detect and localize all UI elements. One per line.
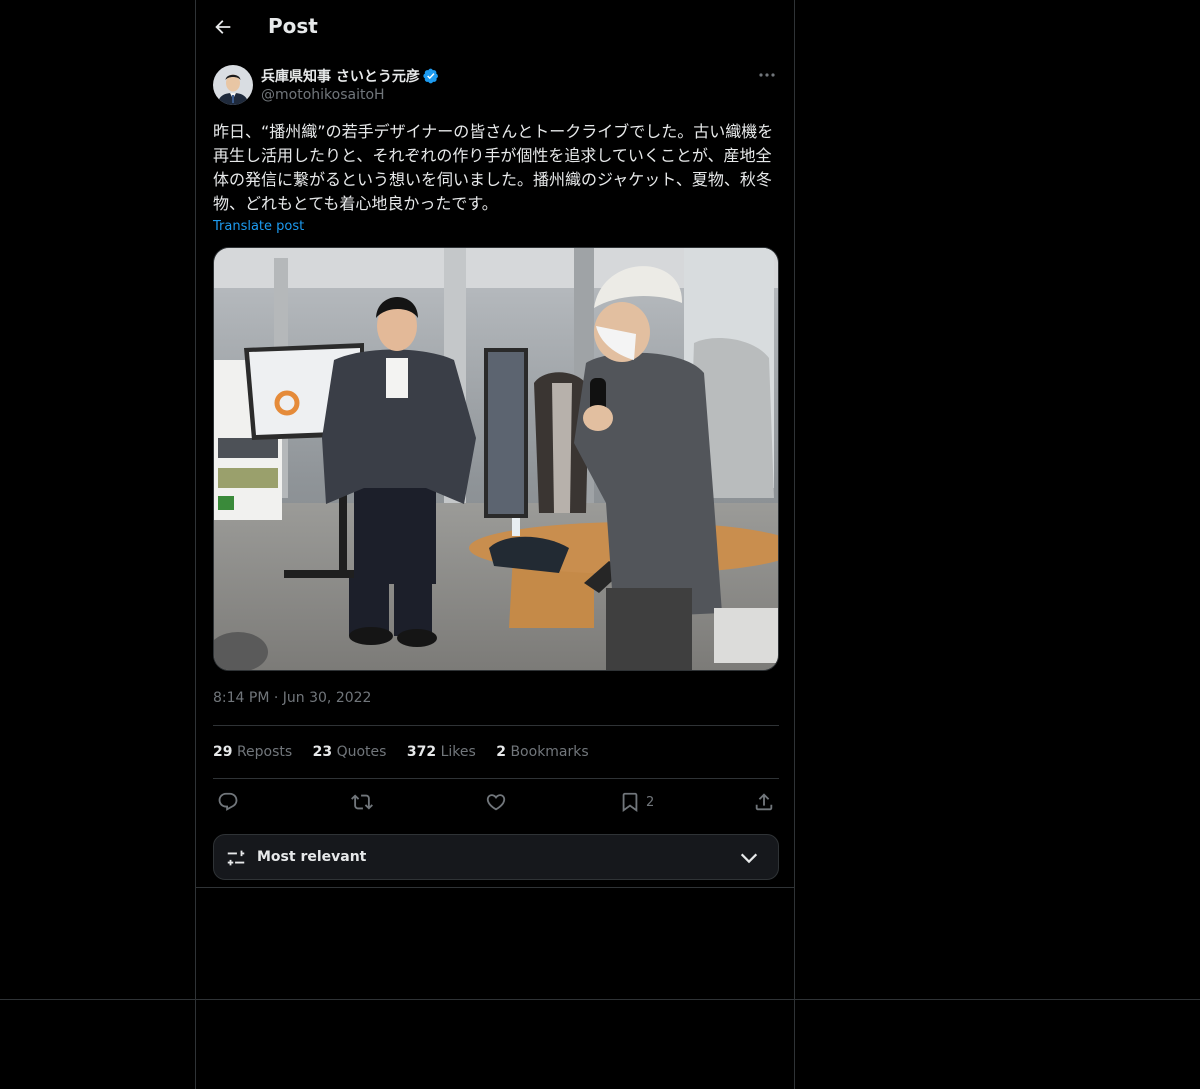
share-button[interactable] [753,791,775,813]
verified-badge-icon [423,68,438,84]
reply-icon [218,792,238,811]
author-handle[interactable]: @motohikosaitoH [261,87,385,103]
filter-sliders-icon [227,850,245,866]
bookmark-count: 2 [646,795,655,810]
post-text: 昨日、“播州織”の若手デザイナーの皆さんとトークライブでした。古い織機を再生し活… [213,122,774,213]
reply-button[interactable] [217,791,239,813]
translate-post-link[interactable]: Translate post [213,219,304,234]
sort-label: Most relevant [257,849,367,865]
page-title: Post [268,14,318,38]
bookmarks-stat[interactable]: 2 Bookmarks [496,744,588,760]
author-name[interactable]: 兵庫県知事 さいとう元彦 [261,66,439,86]
page-header: Post [196,0,794,53]
more-options-icon[interactable] [756,66,778,84]
repost-icon [351,794,373,810]
main-column: Post 兵庫県知事 さいとう元彦 @motohikosaitoH 昨日、“播州… [195,0,795,1089]
sort-replies-dropdown[interactable]: Most relevant [213,834,779,880]
repost-button[interactable] [351,791,373,813]
divider [213,725,779,726]
avatar[interactable] [213,65,253,105]
reposts-stat[interactable]: 29 Reposts [213,744,292,760]
back-arrow-icon[interactable] [212,16,234,38]
post-photo [214,248,778,670]
bookmark-button[interactable]: 2 [619,791,659,813]
post-image[interactable] [213,247,779,671]
likes-stat[interactable]: 372 Likes [407,744,476,760]
heart-icon [486,794,506,811]
share-icon [755,793,773,811]
post-timestamp[interactable]: 8:14 PM · Jun 30, 2022 [213,690,371,706]
divider [0,999,1200,1000]
chevron-down-icon [740,853,758,864]
divider [213,778,779,779]
divider [196,887,794,888]
engagement-stats: 29 Reposts 23 Quotes 372 Likes 2 Bookmar… [213,744,605,760]
like-button[interactable] [485,791,507,813]
bookmark-icon [622,792,638,813]
quotes-stat[interactable]: 23 Quotes [313,744,387,760]
